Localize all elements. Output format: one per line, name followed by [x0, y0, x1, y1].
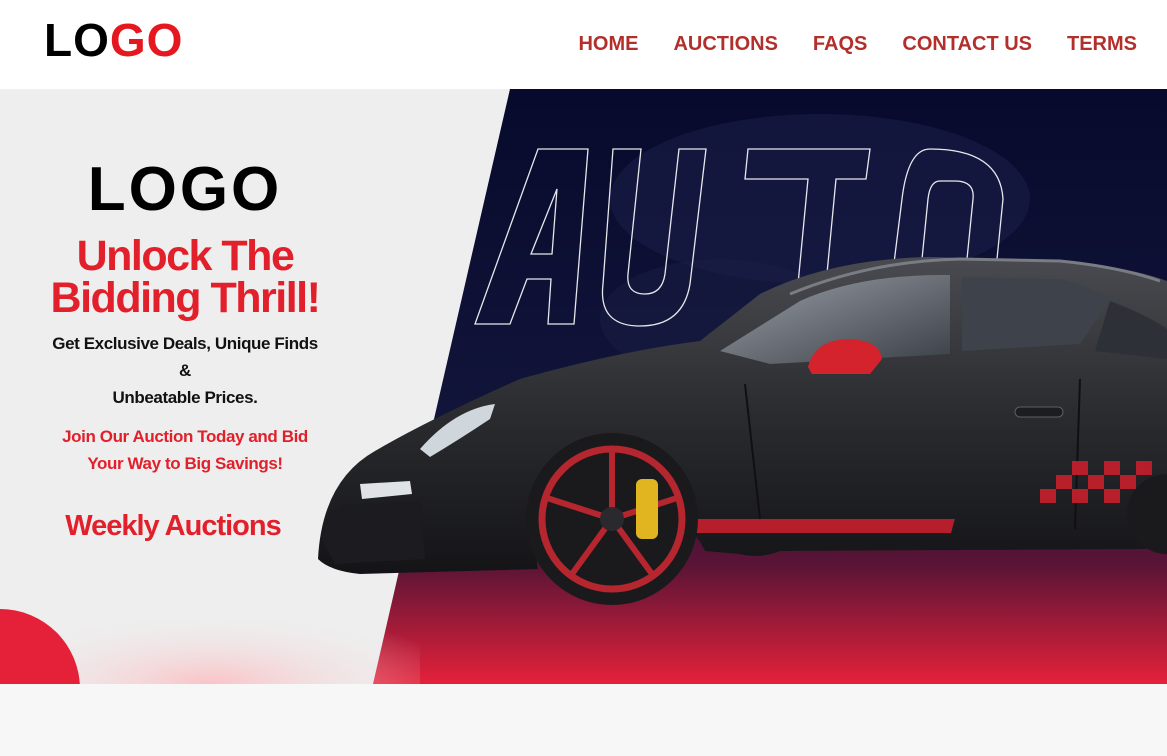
- hero-subheading: Get Exclusive Deals, Unique Finds & Unbe…: [0, 330, 370, 411]
- logo-text-red: GO: [109, 14, 184, 66]
- promo-line-2: Your Way to Big Savings!: [87, 454, 283, 473]
- tagline-line-2: Bidding Thrill!: [50, 274, 321, 322]
- subheading-line-3: Unbeatable Prices.: [112, 388, 258, 407]
- subheading-line-2: &: [179, 361, 191, 380]
- content-area-start: [0, 684, 1167, 756]
- hero-logo: LOGO: [87, 155, 283, 224]
- weekly-auctions-heading: Weekly Auctions: [65, 510, 281, 542]
- site-logo[interactable]: LOGO: [44, 14, 183, 66]
- nav-faqs-link[interactable]: FAQS: [813, 33, 867, 55]
- subheading-line-1: Get Exclusive Deals, Unique Finds: [52, 334, 318, 353]
- logo-text-black: LO: [44, 14, 110, 66]
- nav-contact-link[interactable]: CONTACT US: [902, 33, 1032, 55]
- hero-banner: LOGO Unlock The Bidding Thrill! Get Excl…: [0, 89, 1167, 684]
- hero-tagline: Unlock The Bidding Thrill!: [0, 232, 370, 322]
- promo-line-1: Join Our Auction Today and Bid: [62, 427, 308, 446]
- hero-promo-text: Join Our Auction Today and Bid Your Way …: [0, 423, 370, 477]
- nav-terms-link[interactable]: TERMS: [1067, 33, 1137, 55]
- nav-home-link[interactable]: HOME: [578, 33, 638, 55]
- main-nav: HOME AUCTIONS FAQS CONTACT US TERMS: [543, 33, 1137, 55]
- nav-auctions-link[interactable]: AUCTIONS: [673, 33, 777, 55]
- tagline-line-1: Unlock The: [76, 232, 295, 280]
- top-navigation-bar: LOGO HOME AUCTIONS FAQS CONTACT US TERMS: [0, 0, 1167, 89]
- front-wheel: [526, 433, 698, 605]
